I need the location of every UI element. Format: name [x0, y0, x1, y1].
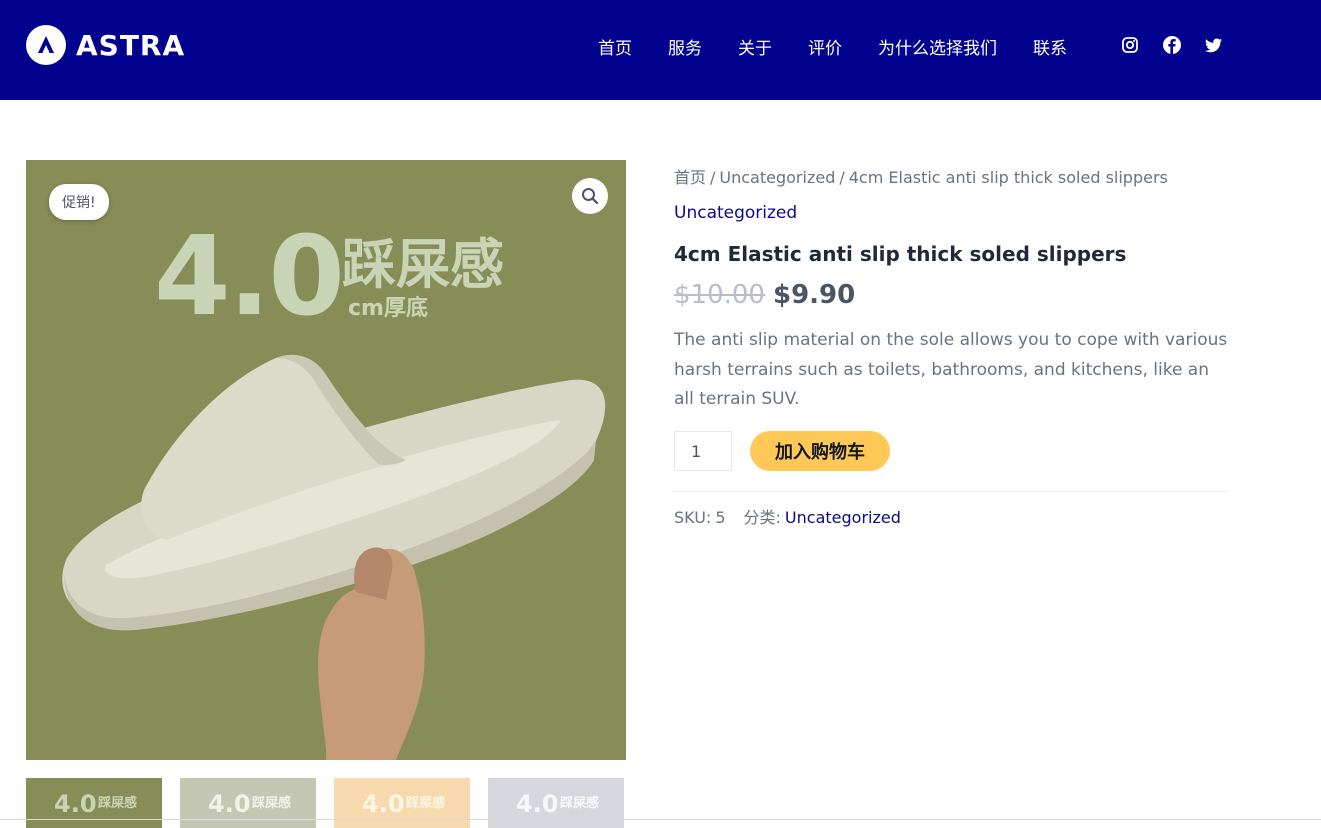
- thumbnail-cn: 踩屎感: [406, 796, 446, 811]
- page-divider: [0, 819, 1321, 820]
- slipper-illustration: [62, 354, 606, 760]
- meta-category-link[interactable]: Uncategorized: [785, 508, 901, 527]
- nav-item-home[interactable]: 首页: [598, 34, 632, 59]
- thumbnail-4[interactable]: 4.0 踩屎感: [488, 778, 624, 828]
- nav-item-why-us[interactable]: 为什么选择我们: [878, 34, 997, 59]
- astra-logo-icon: [26, 25, 66, 65]
- twitter-icon[interactable]: [1204, 35, 1224, 55]
- product-description: The anti slip material on the sole allow…: [674, 330, 1228, 409]
- breadcrumb-category[interactable]: Uncategorized: [719, 168, 835, 187]
- sale-badge: 促销!: [49, 184, 109, 220]
- thumbnail-strip: 4.0 踩屎感 4.0 踩屎感 4.0 踩屎感 4.0 踩屎感: [26, 778, 624, 828]
- site-header: ASTRA 首页 服务 关于 评价 为什么选择我们 联系: [0, 0, 1321, 100]
- breadcrumb-current: 4cm Elastic anti slip thick soled slippe…: [848, 168, 1168, 187]
- zoom-button[interactable]: [572, 178, 608, 214]
- category-label: 分类:: [743, 508, 781, 527]
- product-price: $10.00 $9.90: [674, 280, 855, 310]
- product-main-image[interactable]: 4.0 踩屎感 cm厚底 促销!: [26, 160, 626, 760]
- main-nav: 首页 服务 关于 评价 为什么选择我们 联系: [598, 34, 1103, 59]
- breadcrumb: 首页 / Uncategorized/4cm Elastic anti slip t…: [674, 164, 1168, 188]
- nav-item-reviews[interactable]: 评价: [808, 34, 842, 59]
- nav-item-about[interactable]: 关于: [738, 34, 772, 59]
- product-meta: SKU: 5 分类: Uncategorized: [674, 504, 919, 528]
- product-category-link[interactable]: Uncategorized: [674, 203, 797, 223]
- facebook-icon[interactable]: [1162, 35, 1182, 55]
- sale-price: $9.90: [772, 280, 856, 310]
- thumbnail-number: 4.0: [54, 790, 97, 818]
- nav-item-services[interactable]: 服务: [668, 34, 702, 59]
- add-to-cart-button[interactable]: 加入购物车: [750, 431, 890, 471]
- thumbnail-number: 4.0: [516, 790, 559, 818]
- nav-item-contact[interactable]: 联系: [1033, 34, 1067, 59]
- thumbnail-2[interactable]: 4.0 踩屎感: [180, 778, 316, 828]
- divider: [674, 491, 1228, 492]
- thumbnail-number: 4.0: [362, 790, 405, 818]
- thumbnail-number: 4.0: [208, 790, 251, 818]
- thumbnail-cn: 踩屎感: [560, 796, 600, 811]
- sku-label: SKU:: [674, 508, 712, 527]
- product-title: 4cm Elastic anti slip thick soled slippe…: [674, 242, 1127, 266]
- breadcrumb-home[interactable]: 首页: [674, 168, 706, 187]
- breadcrumb-separator: /: [839, 168, 845, 187]
- original-price: $10.00: [674, 280, 765, 310]
- thumbnail-1[interactable]: 4.0 踩屎感: [26, 778, 162, 828]
- site-logo[interactable]: ASTRA: [26, 25, 185, 65]
- thumbnail-cn: 踩屎感: [252, 796, 292, 811]
- thumbnail-3[interactable]: 4.0 踩屎感: [334, 778, 470, 828]
- search-icon: [582, 188, 599, 205]
- quantity-input[interactable]: [674, 431, 732, 471]
- thumbnail-cn: 踩屎感: [98, 796, 138, 811]
- sku-value: 5: [715, 508, 726, 527]
- breadcrumb-separator: /: [710, 168, 716, 187]
- instagram-icon[interactable]: [1120, 35, 1140, 55]
- logo-text: ASTRA: [76, 28, 186, 62]
- social-links: [1120, 35, 1224, 55]
